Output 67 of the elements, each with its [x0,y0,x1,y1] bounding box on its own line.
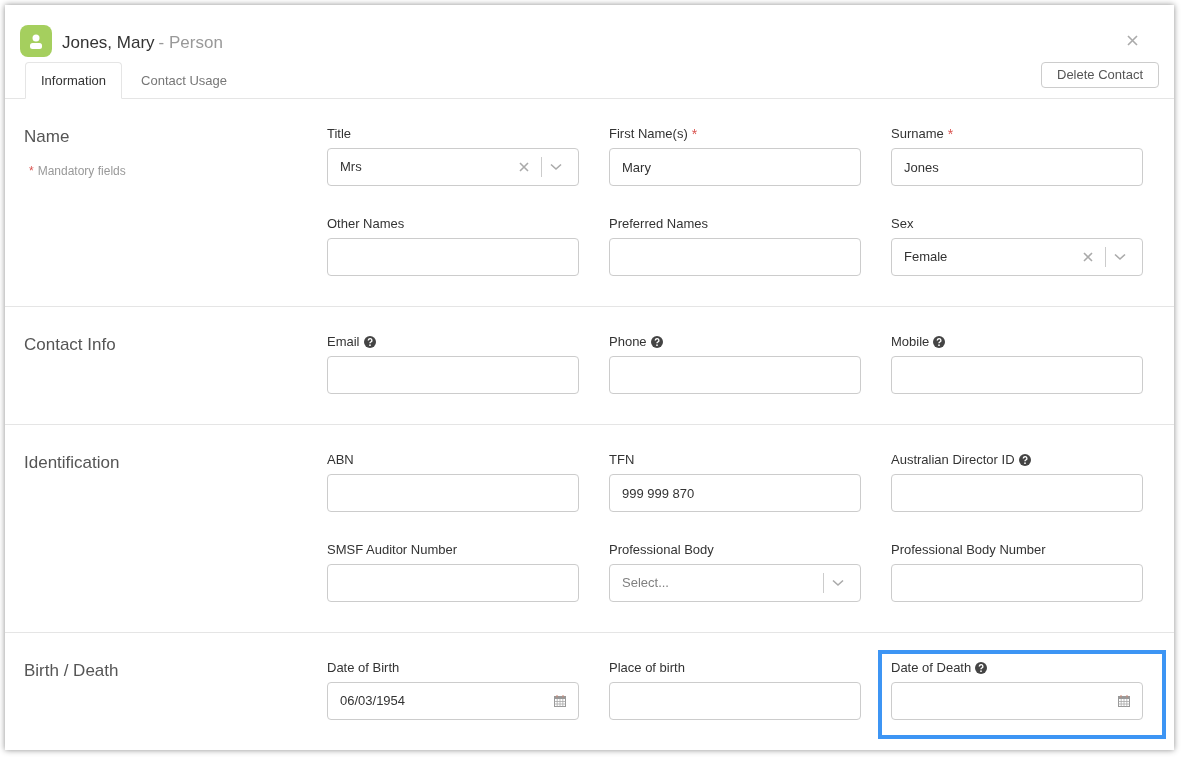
field-label: Phone [609,333,647,352]
help-icon[interactable] [1018,454,1031,466]
field-label: TFN [609,451,635,470]
input-field[interactable] [891,356,1143,394]
input-field[interactable] [609,238,861,276]
field-label: Sex [891,215,914,234]
contact-type: - Person [158,32,223,54]
field-label: First Name(s) [609,125,688,144]
help-icon[interactable] [975,662,988,674]
help-icon[interactable] [933,336,946,348]
tab[interactable]: Contact Usage [122,62,247,99]
section-title: Name [24,126,71,148]
field-label: Professional Body [609,541,714,560]
date-field[interactable]: 06/03/1954 [327,682,579,720]
chevron-down-icon[interactable] [832,579,844,587]
date-value: 06/03/1954 [340,692,406,711]
input-field[interactable]: Jones [891,148,1143,186]
select-field[interactable]: Mrs [327,148,579,186]
input-field[interactable] [891,564,1143,602]
input-field[interactable] [327,564,579,602]
section-title: Contact Info [24,334,117,356]
person-icon [29,33,43,49]
field-label: Professional Body Number [891,541,1046,560]
select-field[interactable]: Female [891,238,1143,276]
contact-name: Jones, Mary [62,32,155,54]
chevron-down-icon[interactable] [550,163,562,171]
help-icon[interactable] [650,336,663,348]
field-label: Place of birth [609,659,685,678]
select-value: Mrs [340,158,362,177]
delete-contact-button[interactable]: Delete Contact [1041,62,1159,88]
section-title: Identification [24,452,121,474]
input-field[interactable]: 999 999 870 [609,474,861,512]
field-label: Preferred Names [609,215,708,234]
tab[interactable]: Information [25,62,123,99]
clear-icon[interactable] [519,162,529,172]
input-field[interactable] [609,356,861,394]
required-mark: * [29,162,34,180]
field-label: Title [327,125,352,144]
field-label: Australian Director ID [891,451,1015,470]
input-field[interactable] [891,474,1143,512]
field-label: Mobile [891,333,930,352]
field-label: Surname [891,125,944,144]
clear-icon[interactable] [1083,252,1093,262]
input-field[interactable] [609,682,861,720]
required-mark: * [947,124,954,144]
field-label: SMSF Auditor Number [327,541,458,560]
mandatory-note: Mandatory fields [37,162,126,180]
help-icon[interactable] [363,336,376,348]
select-placeholder: Select... [622,574,669,593]
close-button[interactable] [1127,35,1138,46]
calendar-icon[interactable] [1118,695,1130,707]
select-value: Female [904,248,948,267]
field-label: Email [327,333,360,352]
field-label: Other Names [327,215,405,234]
field-label: Date of Death [891,659,972,678]
chevron-down-icon[interactable] [1114,253,1126,261]
input-field[interactable] [327,238,579,276]
required-mark: * [691,124,698,144]
field-label: ABN [327,451,354,470]
input-field[interactable]: Mary [609,148,861,186]
field-label: Date of Birth [327,659,400,678]
date-field[interactable] [891,682,1143,720]
calendar-icon[interactable] [554,695,566,707]
select-field[interactable]: Select... [609,564,861,602]
input-field[interactable] [327,474,579,512]
input-field[interactable] [327,356,579,394]
section-title: Birth / Death [24,660,120,682]
